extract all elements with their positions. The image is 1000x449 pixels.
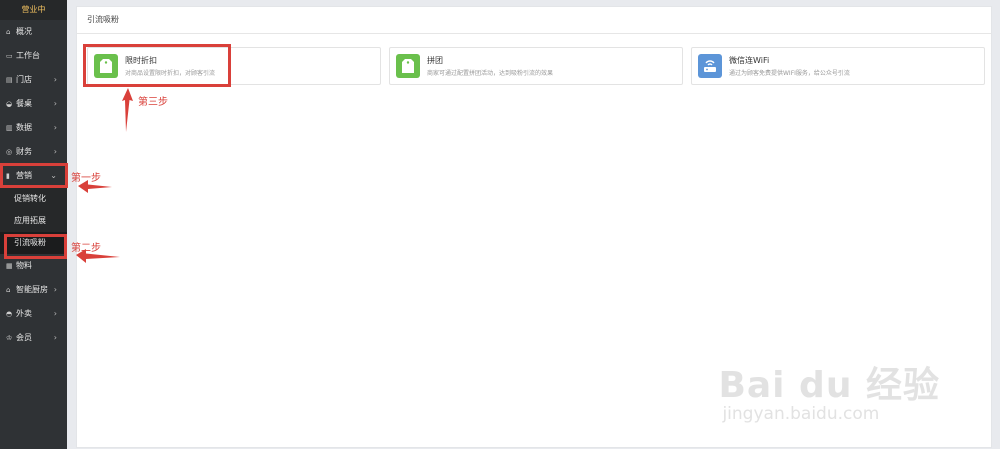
watermark-main: Bai du 经验 (718, 365, 940, 406)
baidu-watermark: Bai du 经验 jingyan.baidu.com (718, 356, 940, 424)
annotation-step1: 第一步 (71, 173, 101, 184)
annotation-step3: 第三步 (138, 97, 168, 108)
annotation-step2: 第二步 (71, 243, 101, 254)
arrow-step3 (122, 88, 133, 132)
